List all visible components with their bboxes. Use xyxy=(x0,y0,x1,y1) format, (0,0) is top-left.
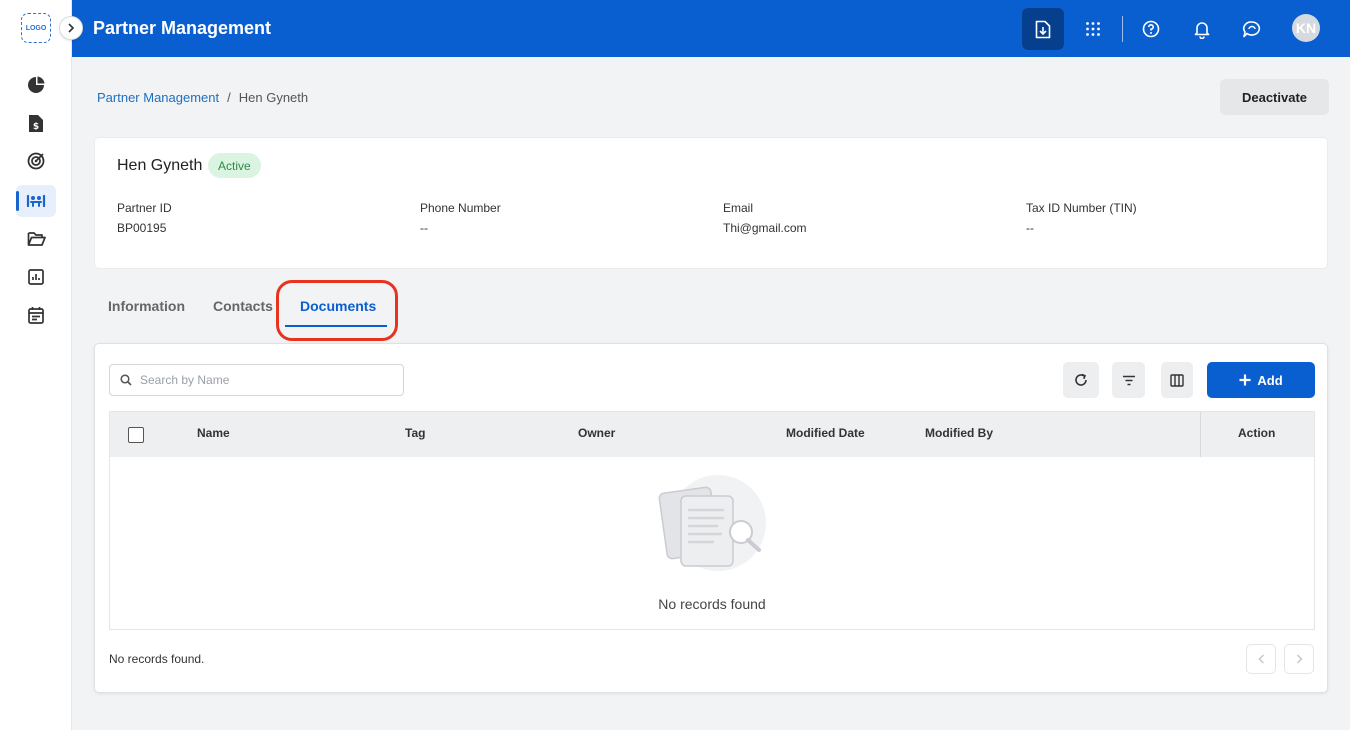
field-value: -- xyxy=(420,221,428,235)
documents-table: Name Tag Owner Modified Date Modified By… xyxy=(109,411,1315,630)
chevron-right-icon xyxy=(1296,654,1303,664)
breadcrumb-current: Hen Gyneth xyxy=(238,90,309,105)
filter-icon xyxy=(1122,375,1135,385)
partner-name: Hen Gyneth xyxy=(117,157,203,174)
refresh-icon xyxy=(1075,373,1087,386)
tab-contacts[interactable]: Contacts xyxy=(213,298,273,314)
column-header-name[interactable]: Name xyxy=(197,426,230,440)
column-divider xyxy=(1200,412,1201,457)
field-value: BP00195 xyxy=(117,221,167,235)
columns-button[interactable] xyxy=(1161,362,1193,398)
top-header: Partner Management KN xyxy=(72,0,1350,57)
deactivate-button[interactable]: Deactivate xyxy=(1220,79,1329,115)
chat-button[interactable] xyxy=(1231,8,1273,50)
field-label: Partner ID xyxy=(117,201,172,215)
help-button[interactable] xyxy=(1130,8,1172,50)
target-icon[interactable] xyxy=(16,145,56,177)
invoice-dollar-icon[interactable]: $ xyxy=(16,107,56,139)
plus-icon xyxy=(1239,374,1251,386)
columns-icon xyxy=(1170,373,1184,387)
chat-icon xyxy=(1243,20,1261,37)
bar-chart-icon[interactable] xyxy=(16,261,56,293)
empty-documents-illustration xyxy=(658,475,766,571)
column-header-modified-by[interactable]: Modified By xyxy=(925,426,993,440)
add-button-label: Add xyxy=(1257,372,1283,388)
field-label: Phone Number xyxy=(420,201,501,215)
avatar[interactable]: KN xyxy=(1292,14,1320,42)
tab-information[interactable]: Information xyxy=(108,298,185,314)
partners-icon[interactable] xyxy=(16,185,56,217)
folder-open-icon[interactable] xyxy=(16,223,56,255)
field-label: Tax ID Number (TIN) xyxy=(1026,201,1137,215)
search-box xyxy=(109,364,404,396)
logo[interactable]: LOGO xyxy=(21,13,51,43)
partner-summary-card: Hen Gyneth Active Partner ID BP00195 Pho… xyxy=(94,137,1328,269)
field-value: -- xyxy=(1026,221,1034,235)
column-header-modified-date[interactable]: Modified Date xyxy=(786,426,865,440)
download-button[interactable] xyxy=(1022,8,1064,50)
column-header-owner[interactable]: Owner xyxy=(578,426,615,440)
page-title: Partner Management xyxy=(93,18,272,38)
bell-icon xyxy=(1194,21,1210,39)
field-label: Email xyxy=(723,201,754,215)
filter-button[interactable] xyxy=(1112,362,1145,398)
breadcrumb-link-partner-management[interactable]: Partner Management xyxy=(97,90,219,105)
notifications-button[interactable] xyxy=(1181,8,1223,50)
breadcrumb-separator: / xyxy=(227,90,231,105)
field-value: Thi@gmail.com xyxy=(723,221,807,235)
calendar-icon[interactable] xyxy=(16,299,56,331)
documents-panel: Add Name Tag Owner Modified Date Modifie… xyxy=(94,343,1328,693)
header-divider xyxy=(1122,16,1123,42)
table-header: Name Tag Owner Modified Date Modified By… xyxy=(110,412,1314,457)
field-tax-id: Tax ID Number (TIN) -- xyxy=(1026,201,1137,235)
field-phone-number: Phone Number -- xyxy=(420,201,501,235)
empty-state-text: No records found xyxy=(658,596,766,612)
search-icon xyxy=(120,374,132,386)
sidebar: LOGO $ xyxy=(0,0,72,730)
chevron-left-icon xyxy=(1257,654,1264,664)
previous-page-button[interactable] xyxy=(1246,644,1276,674)
search-input[interactable] xyxy=(140,373,390,387)
field-partner-id: Partner ID BP00195 xyxy=(117,201,172,235)
help-icon xyxy=(1142,20,1160,38)
chevron-right-icon xyxy=(68,23,75,33)
select-all-checkbox[interactable] xyxy=(128,427,144,443)
field-email: Email Thi@gmail.com xyxy=(723,201,807,235)
apps-grid-icon xyxy=(1086,22,1100,36)
records-status-text: No records found. xyxy=(109,652,205,666)
sidebar-collapse-button[interactable] xyxy=(59,16,83,40)
apps-button[interactable] xyxy=(1072,8,1114,50)
column-header-tag[interactable]: Tag xyxy=(405,426,425,440)
add-document-button[interactable]: Add xyxy=(1207,362,1315,398)
pie-chart-icon[interactable] xyxy=(16,69,56,101)
tab-highlight-annotation xyxy=(276,280,398,341)
download-icon xyxy=(1035,20,1051,38)
column-header-action: Action xyxy=(1238,426,1276,440)
svg-text:$: $ xyxy=(33,122,39,132)
status-badge: Active xyxy=(208,153,261,178)
next-page-button[interactable] xyxy=(1284,644,1314,674)
breadcrumb: Partner Management / Hen Gyneth xyxy=(97,90,308,105)
refresh-button[interactable] xyxy=(1063,362,1099,398)
